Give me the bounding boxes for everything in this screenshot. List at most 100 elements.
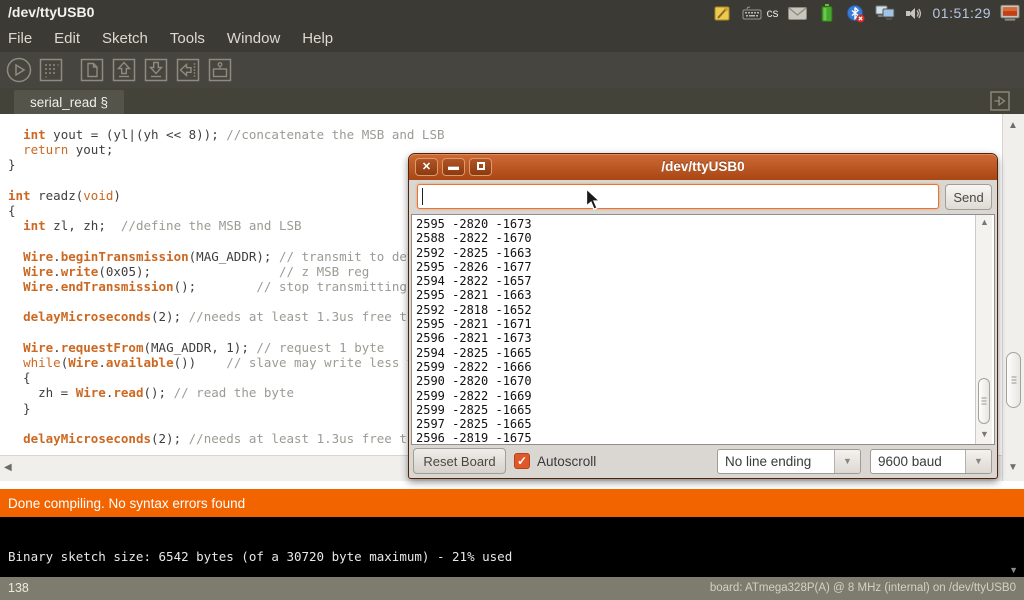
code-line: delayMicroseconds(2); //needs at least 1…	[8, 431, 445, 446]
editor-vertical-scrollbar[interactable]: ▲ ▼	[1002, 114, 1024, 481]
serial-output-line: 2595 -2821 -1663	[416, 288, 990, 302]
serial-output-line: 2599 -2822 -1666	[416, 360, 990, 374]
tab-bar: serial_read §	[0, 88, 1024, 114]
code-line: delayMicroseconds(2); //needs at least 1…	[8, 309, 445, 324]
serial-send-input[interactable]	[417, 184, 939, 209]
reset-board-button[interactable]: Reset Board	[413, 448, 506, 474]
scrollbar-thumb[interactable]	[1006, 352, 1021, 408]
code-line: int yout = (yl|(yh << 8)); //concatenate…	[8, 127, 445, 142]
serial-output-area[interactable]: 2595 -2820 -16732588 -2822 -16702592 -28…	[411, 214, 995, 445]
battery-icon[interactable]	[817, 3, 837, 23]
serial-output-line: 2592 -2818 -1652	[416, 303, 990, 317]
serial-output-line: 2596 -2821 -1673	[416, 331, 990, 345]
system-tray: cs 01:51:29	[713, 0, 1021, 26]
code-line: while(Wire.available()) // slave may wri…	[8, 355, 445, 370]
tab-label: serial_read §	[30, 95, 108, 110]
scroll-down-arrow-icon[interactable]: ▼	[1008, 462, 1018, 473]
keyboard-icon[interactable]	[742, 3, 762, 23]
code-line: Wire.requestFrom(MAG_ADDR, 1); // reques…	[8, 340, 445, 355]
serial-output-line: 2592 -2825 -1663	[416, 246, 990, 260]
clock-indicator[interactable]: 01:51:29	[933, 5, 992, 21]
code-line	[8, 325, 445, 340]
console-scroll-down-icon[interactable]: ▼	[1009, 565, 1018, 575]
volume-icon[interactable]	[904, 3, 924, 23]
serial-monitor-button[interactable]	[206, 57, 233, 84]
serial-output-line: 2599 -2822 -1669	[416, 389, 990, 403]
serial-output-line: 2588 -2822 -1670	[416, 231, 990, 245]
code-line: zh = Wire.read(); // read the byte	[8, 385, 445, 400]
baud-rate-value: 9600 baud	[878, 454, 942, 469]
menu-item-tools[interactable]: Tools	[159, 28, 216, 51]
code-line: int readz(void)	[8, 188, 445, 203]
serial-output-line: 2595 -2826 -1677	[416, 260, 990, 274]
code-line: }	[8, 157, 445, 172]
compile-status-text: Done compiling. No syntax errors found	[8, 496, 245, 511]
menu-item-sketch[interactable]: Sketch	[91, 28, 159, 51]
code-line: Wire.beginTransmission(MAG_ADDR); // tra…	[8, 249, 445, 264]
verify-button[interactable]	[5, 57, 32, 84]
code-line: {	[8, 370, 445, 385]
session-icon[interactable]	[1000, 3, 1020, 23]
menu-item-file[interactable]: File	[8, 28, 43, 51]
menu-bar: FileEditSketchToolsWindowHelp	[0, 26, 1024, 52]
serial-monitor-title: /dev/ttyUSB0	[409, 159, 997, 174]
new-sketch-button[interactable]	[78, 57, 105, 84]
code-line: Wire.write(0x05); // z MSB reg	[8, 264, 445, 279]
save-sketch-button[interactable]	[142, 57, 169, 84]
autoscroll-checkbox[interactable]: ✓	[514, 453, 530, 469]
serial-monitor-controls: Reset Board ✓ Autoscroll No line ending …	[409, 448, 997, 478]
serial-output-line: 2599 -2825 -1665	[416, 403, 990, 417]
serial-output-line: 2595 -2821 -1671	[416, 317, 990, 331]
open-sketch-button[interactable]	[110, 57, 137, 84]
baud-rate-select[interactable]: 9600 baud ▼	[870, 449, 992, 474]
compile-status-bar: Done compiling. No syntax errors found	[0, 489, 1024, 517]
menu-item-edit[interactable]: Edit	[43, 28, 91, 51]
code-line	[8, 173, 445, 188]
serial-output-line: 2597 -2825 -1665	[416, 417, 990, 431]
code-line: return yout;	[8, 142, 445, 157]
line-ending-select[interactable]: No line ending ▼	[717, 449, 861, 474]
keyboard-layout-indicator[interactable]: cs	[767, 6, 779, 20]
tab-serial-read[interactable]: serial_read §	[14, 90, 124, 114]
notes-icon[interactable]	[713, 3, 733, 23]
code-area: int yout = (yl|(yh << 8)); //concatenate…	[8, 127, 445, 446]
code-line	[8, 233, 445, 248]
serial-output-line: 2590 -2820 -1670	[416, 374, 990, 388]
output-scroll-up-icon[interactable]: ▲	[980, 217, 989, 227]
desktop-panel: /dev/ttyUSB0 cs 01:51:	[0, 0, 1024, 26]
screen: /dev/ttyUSB0 cs 01:51:	[0, 0, 1024, 600]
menu-item-help[interactable]: Help	[291, 28, 344, 51]
console-output: Binary sketch size: 6542 bytes (of a 307…	[0, 517, 1024, 577]
toolbar	[0, 52, 1024, 88]
serial-monitor-titlebar[interactable]: ✕ ▬ /dev/ttyUSB0	[409, 154, 997, 180]
serial-output-line: 2595 -2820 -1673	[416, 217, 990, 231]
text-caret	[422, 188, 423, 205]
output-scroll-down-icon[interactable]: ▼	[980, 429, 989, 439]
chevron-down-icon[interactable]: ▼	[834, 450, 860, 473]
code-line: {	[8, 203, 445, 218]
stop-button[interactable]	[37, 57, 64, 84]
scroll-left-arrow-icon[interactable]: ◀	[4, 462, 12, 473]
line-ending-value: No line ending	[725, 454, 811, 469]
status-bar: 138 board: ATmega328P(A) @ 8 MHz (intern…	[0, 577, 1024, 600]
output-scrollbar-thumb[interactable]	[978, 378, 990, 424]
window-title: /dev/ttyUSB0	[8, 4, 94, 20]
chevron-down-icon[interactable]: ▼	[965, 450, 991, 473]
tab-menu-icon[interactable]	[990, 91, 1010, 111]
serial-output-line: 2596 -2819 -1675	[416, 431, 990, 445]
mouse-cursor	[585, 188, 603, 217]
bluetooth-icon[interactable]	[846, 3, 866, 23]
network-icon[interactable]	[875, 3, 895, 23]
code-line: int zl, zh; //define the MSB and LSB	[8, 218, 445, 233]
serial-output-scrollbar[interactable]: ▲ ▼	[975, 215, 992, 444]
code-line: }	[8, 401, 445, 416]
scroll-up-arrow-icon[interactable]: ▲	[1008, 120, 1018, 131]
board-info: board: ATmega328P(A) @ 8 MHz (internal) …	[710, 582, 1016, 594]
send-button[interactable]: Send	[945, 184, 992, 210]
serial-output-line: 2594 -2825 -1665	[416, 346, 990, 360]
serial-monitor-window: ✕ ▬ /dev/ttyUSB0 Send 2595 -2820 -167325…	[408, 153, 998, 479]
menu-item-window[interactable]: Window	[216, 28, 291, 51]
code-line	[8, 294, 445, 309]
mail-icon[interactable]	[788, 3, 808, 23]
upload-button[interactable]	[174, 57, 201, 84]
